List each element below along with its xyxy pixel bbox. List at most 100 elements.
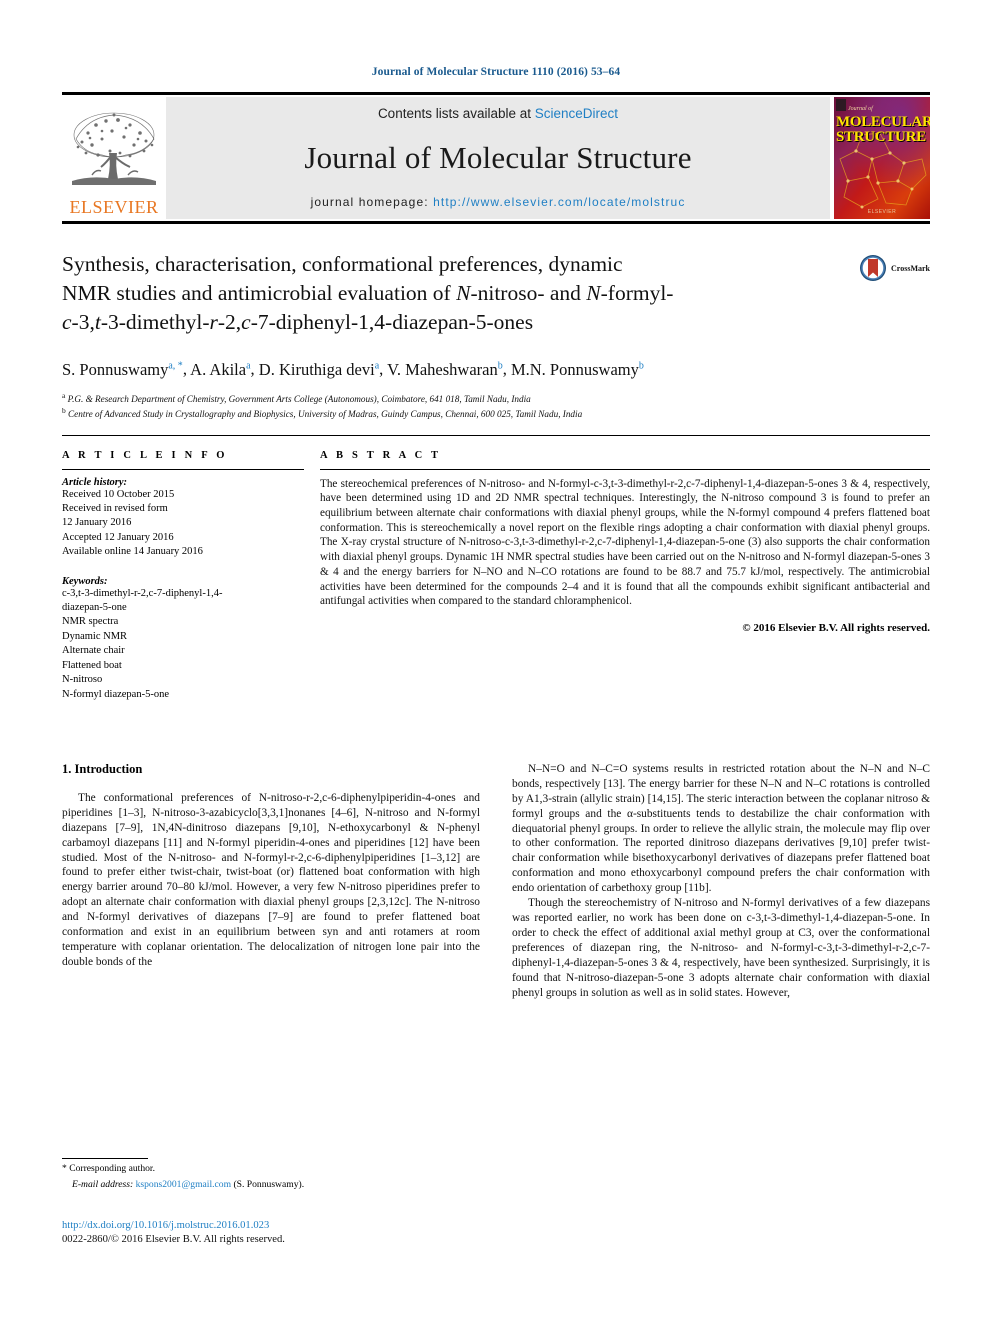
author-name: D. Kiruthiga devi [258,359,375,379]
title-italic-n1: N [456,281,471,305]
affiliation-text: Centre of Advanced Study in Crystallogra… [68,409,583,420]
author-item: M.N. Ponnuswamyb [511,360,644,379]
author-name: A. Akila [190,359,247,379]
email-line: E-mail address: kspons2001@gmail.com (S.… [62,1178,478,1191]
masthead-top-rule [62,92,930,95]
author-name: M.N. Ponnuswamy [510,359,639,379]
abstract-copyright: © 2016 Elsevier B.V. All rights reserved… [742,621,930,634]
info-abstract-region: A R T I C L E I N F O Article history: R… [62,450,930,702]
body-column-right: N–N=O and N–C=O systems results in restr… [512,762,930,1001]
author-affiliation-mark: a [374,360,380,371]
author-item: D. Kiruthiga devia [259,360,379,379]
abstract-column: A B S T R A C T The stereochemical prefe… [320,450,930,702]
contents-prefix: Contents lists available at [377,106,535,121]
introduction-paragraph-1: The conformational preferences of N-nitr… [62,791,480,968]
author-name: V. Maheshwaran [387,359,498,379]
title-italic-n2: N [586,281,601,305]
article-history-online: Available online 14 January 2016 [62,546,203,558]
keyword-item: diazepan-5-one [62,602,127,614]
author-name: S. Ponnuswamy [62,359,169,379]
article-history-revised-date: 12 January 2016 [62,517,132,529]
title-block: Synthesis, characterisation, conformatio… [62,224,930,337]
title-line-3d: -7-diphenyl-1,4-diazepan-5-ones [250,310,534,334]
keyword-item: N-formyl diazepan-5-one [62,688,169,700]
email-label: E-mail address: [72,1179,134,1190]
author-list: S. Ponnuswamya, *, A. Akilaa, D. Kiruthi… [62,359,644,379]
title-line-2c: -formyl- [600,281,674,305]
journal-cover-thumbnail: Journal of MOLECULAR STRUCTURE ELSEVIER [834,97,930,219]
email-owner: (S. Ponnuswamy). [233,1179,305,1190]
author-item: S. Ponnuswamya, * [62,360,183,379]
keyword-item: NMR spectra [62,616,119,628]
homepage-prefix: journal homepage: [310,195,434,209]
header-divider-rule [62,434,930,436]
elsevier-wordmark: ELSEVIER [69,197,159,217]
keyword-item: c-3,t-3-dimethyl-r-2,c-7-diphenyl-1,4- [62,587,223,599]
article-info-column: A R T I C L E I N F O Article history: R… [62,450,320,702]
author-affiliation-mark[interactable]: a, * [168,360,182,371]
email-link[interactable]: kspons2001@gmail.com [136,1179,231,1190]
author-affiliation-mark: a [246,360,251,371]
corresponding-author-note: * Corresponding author. [62,1163,155,1174]
title-line-3a: -3, [71,310,95,334]
keyword-item: Dynamic NMR [62,630,128,642]
article-info-rule [62,468,304,470]
keyword-item: Flattened boat [62,659,122,671]
affiliation-list: a P.G. & Research Department of Chemistr… [62,390,930,421]
affiliation-mark: a [62,390,66,400]
author-item: A. Akilaa [190,360,250,379]
page-title: Synthesis, characterisation, conformatio… [62,250,832,337]
article-history-label: Article history: [62,476,128,488]
masthead-center: Contents lists available at ScienceDirec… [166,97,830,219]
body-columns: 1. Introduction The conformational prefe… [62,762,930,1001]
introduction-paragraph-2: Though the stereochemistry of N-nitroso … [512,897,930,999]
keyword-item: N-nitroso [62,674,103,686]
title-line-3c: -2, [217,310,242,334]
introduction-paragraph-1-continued: N–N=O and N–C=O systems results in restr… [512,762,930,895]
article-info-heading: A R T I C L E I N F O [62,449,228,461]
affiliation-item: a P.G. & Research Department of Chemistr… [62,390,930,406]
corresponding-author-footnote: * Corresponding author. E-mail address: … [62,1158,478,1191]
title-italic-r: r [209,310,218,334]
article-history-received: Received 10 October 2015 [62,488,175,500]
cover-title: MOLECULAR STRUCTURE [836,115,930,145]
doi-link[interactable]: http://dx.doi.org/10.1016/j.molstruc.201… [62,1219,492,1233]
keywords-label: Keywords: [62,575,108,587]
crossmark-icon [860,255,887,281]
title-line-2a: NMR studies and antimicrobial evaluation… [62,281,457,305]
cover-title-line2: STRUCTURE [836,129,926,145]
footnote-rule [62,1158,148,1159]
article-history-revised-label: Received in revised form [62,503,168,515]
author-item: V. Maheshwaranb [387,360,503,379]
title-italic-c1: c [62,310,72,334]
journal-title: Journal of Molecular Structure [304,140,692,175]
cover-publisher-label: ELSEVIER [867,209,897,215]
elsevier-logo: ELSEVIER [62,97,166,219]
keywords-block: Keywords: c-3,t-3-dimethyl-r-2,c-7-diphe… [62,576,304,702]
elsevier-tree-icon [68,109,160,197]
author-affiliation-mark: b [497,360,503,371]
affiliation-mark: b [62,406,66,416]
sciencedirect-link[interactable]: ScienceDirect [535,106,618,121]
abstract-text: The stereochemical preferences of N-nitr… [320,477,930,608]
journal-homepage-line: journal homepage: http://www.elsevier.co… [311,195,686,209]
article-history-accepted: Accepted 12 January 2016 [62,531,174,543]
journal-homepage-link[interactable]: http://www.elsevier.com/locate/molstruc [433,195,685,209]
introduction-heading: 1. Introduction [62,761,143,776]
contents-available-line: Contents lists available at ScienceDirec… [378,106,618,121]
journal-masthead: ELSEVIER Contents lists available at Sci… [62,97,930,219]
body-column-left: 1. Introduction The conformational prefe… [62,762,480,1001]
author-affiliation-mark: b [638,360,644,371]
keyword-item: Alternate chair [62,645,125,657]
title-line-3b: -3-dimethyl- [100,310,210,334]
article-page: Journal of Molecular Structure 1110 (201… [0,0,992,1323]
cover-journal-of-label: Journal of [848,106,873,112]
running-head: Journal of Molecular Structure 1110 (201… [371,66,621,78]
title-italic-c2: c [241,310,251,334]
footer-doi-block: http://dx.doi.org/10.1016/j.molstruc.201… [62,1219,492,1247]
cover-title-line1: MOLECULAR [836,114,930,130]
abstract-heading: A B S T R A C T [320,449,442,461]
crossmark-label: CrossMark [891,263,930,273]
crossmark-badge[interactable]: CrossMark [859,254,930,282]
title-line-2b: -nitroso- and [470,281,587,305]
